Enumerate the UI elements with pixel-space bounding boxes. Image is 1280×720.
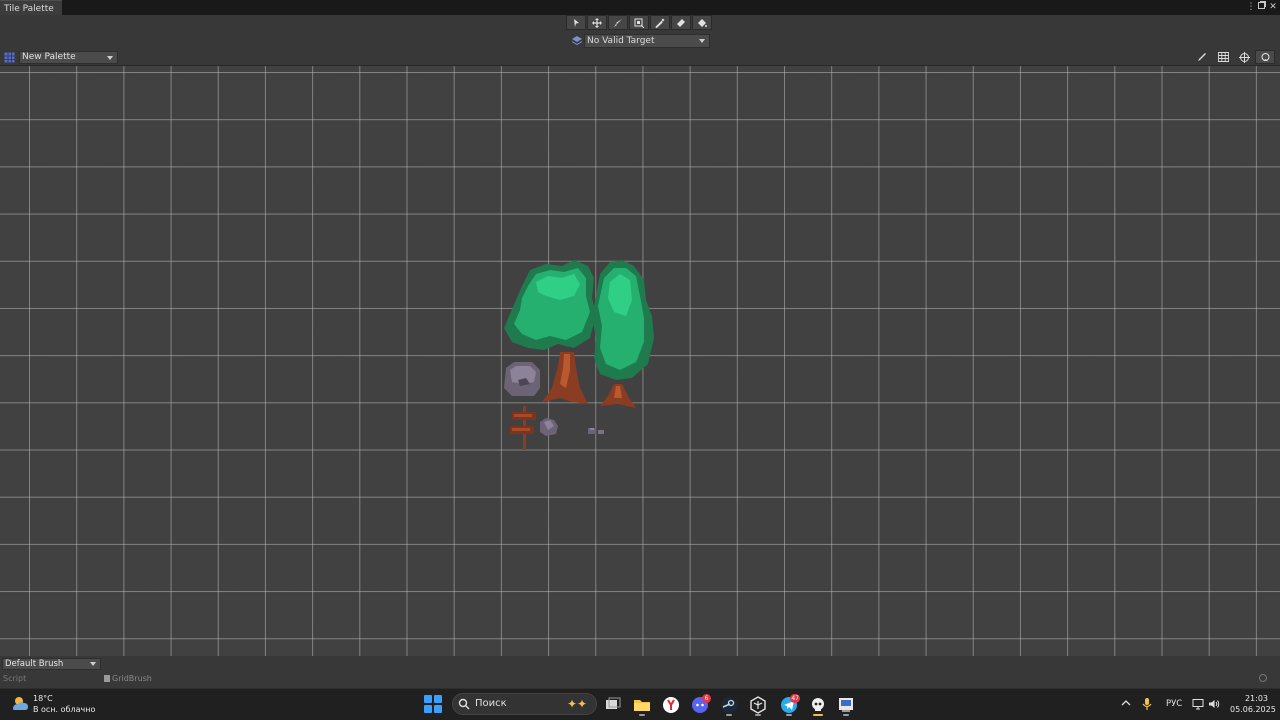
telegram-button[interactable]: 47 (777, 693, 801, 717)
search-icon (458, 698, 470, 710)
notification-badge: 6 (702, 694, 711, 703)
sparkle-icon[interactable]: ✦✦ (567, 697, 591, 711)
notification-badge: 47 (790, 694, 800, 703)
grid-icon (1217, 52, 1229, 62)
volume-icon[interactable] (1208, 698, 1220, 710)
active-indicator (813, 714, 823, 716)
pencil-icon (1198, 53, 1206, 61)
weather-temperature[interactable]: 18°C (33, 694, 53, 703)
start-logo-tile (424, 695, 432, 703)
steam-icon (721, 697, 737, 713)
paint-bucket-icon (698, 18, 707, 27)
folder-icon (634, 700, 650, 711)
tile-tools-toolbar (566, 15, 713, 31)
running-indicator (843, 714, 849, 716)
chevron-down-icon (107, 56, 113, 60)
unity-editor-button[interactable] (806, 693, 830, 717)
tile-palette-tab[interactable]: Tile Palette (0, 0, 62, 15)
discord-button[interactable]: 6 (688, 693, 712, 717)
keyboard-language[interactable]: РУС (1166, 699, 1182, 709)
yandex-browser-button[interactable] (659, 693, 683, 717)
window-tab-bar (0, 0, 1280, 15)
task-view-icon (606, 697, 621, 709)
tile-palette-icon (4, 52, 15, 63)
tile-signpost[interactable] (510, 406, 536, 450)
select-tool-button[interactable] (566, 15, 586, 30)
layers-icon (571, 36, 583, 46)
erase-tool-button[interactable] (671, 15, 691, 30)
cloud-sun-icon[interactable] (10, 693, 30, 713)
unity-hub-button[interactable] (746, 693, 770, 717)
flood-fill-tool-button[interactable] (692, 15, 712, 30)
maximize-icon[interactable] (1257, 1, 1267, 13)
clock-time[interactable]: 21:03 (1230, 694, 1268, 703)
file-explorer-button[interactable] (630, 693, 654, 717)
brush-label: Default Brush (5, 659, 64, 669)
toggle-gizmos-button[interactable] (1234, 50, 1254, 64)
edit-palette-button[interactable] (1192, 50, 1212, 64)
unity-editor-icon (812, 698, 824, 711)
task-view-button[interactable] (601, 693, 625, 717)
scene-filter-icon (1261, 52, 1269, 61)
windows-start-button[interactable] (424, 695, 442, 713)
running-indicator (786, 714, 792, 716)
move-arrows-icon (592, 17, 602, 28)
start-logo-tile (434, 705, 442, 713)
pick-tool-button[interactable] (650, 15, 670, 30)
tile-small-rock[interactable] (540, 418, 558, 436)
search-placeholder: Поиск (475, 698, 507, 709)
unity-icon (750, 696, 766, 714)
chevron-up-icon[interactable] (1120, 697, 1132, 709)
tile-rock[interactable] (504, 362, 540, 396)
box-fill-icon (634, 18, 644, 28)
steam-button[interactable] (717, 693, 741, 717)
box-fill-tool-button[interactable] (629, 15, 649, 30)
yandex-icon (663, 697, 679, 713)
move-tool-button[interactable] (587, 15, 607, 30)
gizmo-icon (1238, 51, 1250, 63)
running-indicator (755, 714, 761, 716)
clock-date[interactable]: 05.06.2025 (1230, 705, 1276, 714)
palette-label: New Palette (22, 52, 76, 62)
eyedropper-icon (655, 18, 665, 28)
script-file-icon (104, 675, 110, 682)
script-label: Script (3, 674, 27, 683)
palette-tiles (504, 260, 654, 450)
close-icon[interactable]: ✕ (1268, 1, 1278, 13)
weather-description[interactable]: В осн. облачно (33, 705, 95, 714)
chevron-down-icon (90, 662, 96, 666)
script-value: GridBrush (112, 674, 152, 683)
running-indicator (726, 714, 732, 716)
toggle-grid-button[interactable] (1213, 50, 1233, 64)
tile-tree-tall[interactable] (592, 260, 654, 408)
microphone-icon[interactable] (1141, 697, 1153, 711)
eraser-icon (677, 18, 685, 27)
active-target-label: No Valid Target (587, 36, 655, 46)
visual-studio-icon (839, 698, 853, 712)
visual-studio-button[interactable] (834, 693, 858, 717)
scene-filter-button[interactable] (1255, 50, 1275, 64)
start-logo-tile (424, 705, 432, 713)
paint-tool-button[interactable] (608, 15, 628, 30)
paintbrush-icon (614, 18, 622, 27)
start-logo-tile (434, 695, 442, 703)
kebab-menu-icon[interactable]: ⋮ (1246, 1, 1256, 13)
running-indicator (639, 714, 645, 716)
arrow-pointer-icon (574, 18, 579, 27)
active-target-dropdown[interactable]: No Valid Target (584, 34, 710, 48)
settings-icon[interactable] (1259, 674, 1267, 682)
brush-dropdown[interactable]: Default Brush (2, 658, 101, 670)
chevron-down-icon (699, 39, 705, 43)
tile-pebbles[interactable] (588, 428, 604, 434)
palette-dropdown[interactable]: New Palette (19, 51, 118, 64)
script-field: GridBrush (104, 673, 1260, 684)
network-icon[interactable] (1192, 698, 1204, 710)
